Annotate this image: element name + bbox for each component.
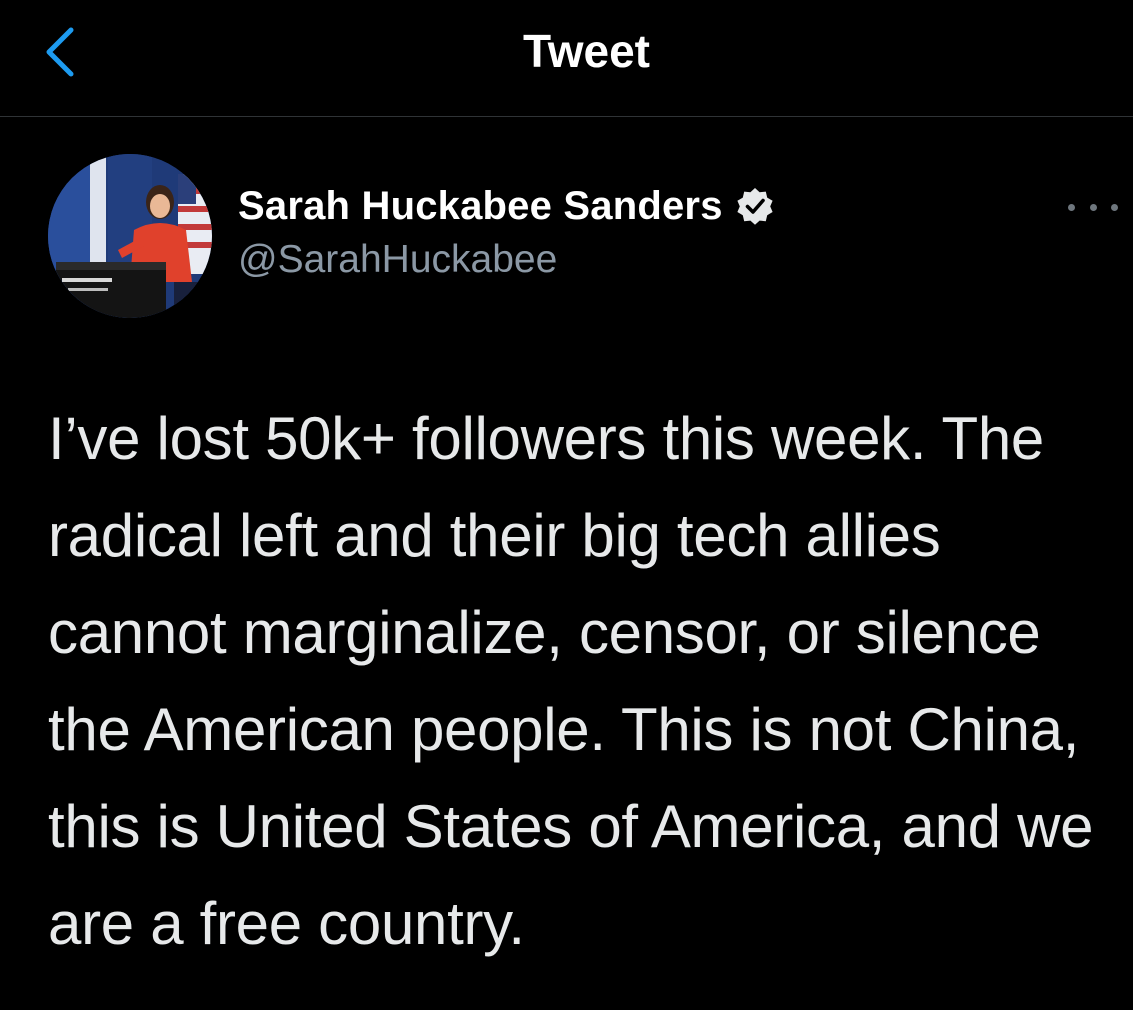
profile-photo <box>48 154 212 318</box>
author-name-row: Sarah Huckabee Sanders <box>238 180 777 232</box>
tweet-detail: Sarah Huckabee Sanders @SarahHuckabee I’… <box>0 118 1133 1010</box>
author-handle[interactable]: @SarahHuckabee <box>238 238 777 282</box>
page-title: Tweet <box>523 25 650 77</box>
more-options-icon-dot <box>1111 203 1118 211</box>
author-display-name[interactable]: Sarah Huckabee Sanders <box>238 184 723 229</box>
tweet-author: Sarah Huckabee Sanders @SarahHuckabee <box>238 180 777 282</box>
verified-badge-icon <box>733 184 777 228</box>
top-navigation-bar: Tweet <box>0 0 1133 117</box>
more-options-icon-dot <box>1089 203 1097 211</box>
more-options-button[interactable] <box>1068 192 1118 222</box>
avatar[interactable] <box>48 154 212 318</box>
more-options-icon <box>1068 203 1075 211</box>
tweet-text: I’ve lost 50k+ followers this week. The … <box>48 405 1094 957</box>
